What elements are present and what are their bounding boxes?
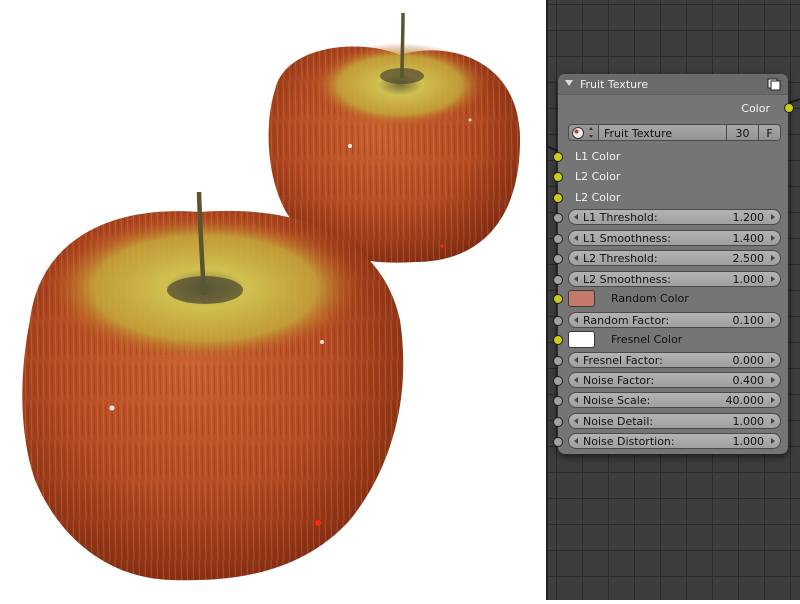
node-preview-icon[interactable] bbox=[767, 77, 781, 91]
decrement-arrow-icon[interactable] bbox=[574, 235, 578, 241]
field-label: L1 Smoothness: bbox=[583, 232, 671, 245]
texture-browse-icon bbox=[572, 127, 593, 139]
noise-distortion-socket[interactable] bbox=[553, 437, 563, 447]
l2-color-socket-second[interactable] bbox=[553, 193, 563, 203]
l1-threshold-field[interactable]: L1 Threshold: 1.200 bbox=[568, 209, 781, 225]
decrement-arrow-icon[interactable] bbox=[574, 214, 578, 220]
l1-smoothness-field[interactable]: L1 Smoothness: 1.400 bbox=[568, 230, 781, 246]
fresnel-color-socket[interactable] bbox=[553, 335, 563, 345]
l1-color-label: L1 Color bbox=[575, 150, 621, 163]
node-header[interactable]: Fruit Texture bbox=[558, 74, 788, 95]
noise-detail-field[interactable]: Noise Detail: 1.000 bbox=[568, 413, 781, 429]
noise-detail-socket[interactable] bbox=[553, 417, 563, 427]
field-label: Noise Factor: bbox=[583, 374, 655, 387]
l2-smoothness-socket[interactable] bbox=[553, 275, 563, 285]
decrement-arrow-icon[interactable] bbox=[574, 255, 578, 261]
random-color-label: Random Color bbox=[611, 292, 689, 305]
noise-scale-field[interactable]: Noise Scale: 40.000 bbox=[568, 392, 781, 408]
field-label: Random Factor: bbox=[583, 314, 670, 327]
texture-name: Fruit Texture bbox=[604, 127, 673, 140]
fresnel-color-swatch[interactable] bbox=[568, 331, 595, 348]
l1-threshold-socket[interactable] bbox=[553, 213, 563, 223]
l2-color-label-second: L2 Color bbox=[575, 191, 621, 204]
l2-smoothness-field[interactable]: L2 Smoothness: 1.000 bbox=[568, 271, 781, 287]
fresnel-factor-socket[interactable] bbox=[553, 356, 563, 366]
field-label: Noise Scale: bbox=[583, 394, 651, 407]
fruit-texture-node[interactable]: Fruit Texture Color Fruit Texture 30 F L… bbox=[553, 74, 794, 454]
field-value: 1.000 bbox=[732, 273, 765, 286]
random-color-socket[interactable] bbox=[553, 294, 563, 304]
decrement-arrow-icon[interactable] bbox=[574, 418, 578, 424]
decrement-arrow-icon[interactable] bbox=[574, 397, 578, 403]
field-value: 0.100 bbox=[732, 314, 765, 327]
texture-users-count[interactable]: 30 bbox=[727, 124, 759, 141]
field-value: 1.200 bbox=[732, 211, 765, 224]
field-value: 1.000 bbox=[732, 435, 765, 448]
field-value: 0.400 bbox=[732, 374, 765, 387]
fresnel-color-label: Fresnel Color bbox=[611, 333, 683, 346]
render-preview bbox=[0, 0, 546, 600]
increment-arrow-icon[interactable] bbox=[771, 214, 775, 220]
noise-factor-field[interactable]: Noise Factor: 0.400 bbox=[568, 372, 781, 388]
l2-threshold-field[interactable]: L2 Threshold: 2.500 bbox=[568, 250, 781, 266]
field-label: Noise Distortion: bbox=[583, 435, 675, 448]
texture-name-field[interactable]: Fruit Texture bbox=[599, 124, 727, 141]
decrement-arrow-icon[interactable] bbox=[574, 438, 578, 444]
increment-arrow-icon[interactable] bbox=[771, 377, 775, 383]
random-factor-field[interactable]: Random Factor: 0.100 bbox=[568, 312, 781, 328]
random-factor-socket[interactable] bbox=[553, 316, 563, 326]
field-label: Fresnel Factor: bbox=[583, 354, 663, 367]
triangle-down-icon[interactable] bbox=[565, 80, 573, 86]
increment-arrow-icon[interactable] bbox=[771, 276, 775, 282]
field-value: 1.000 bbox=[732, 415, 765, 428]
random-color-swatch[interactable] bbox=[568, 290, 595, 307]
field-label: L2 Smoothness: bbox=[583, 273, 671, 286]
field-value: 1.400 bbox=[732, 232, 765, 245]
node-title: Fruit Texture bbox=[580, 78, 649, 91]
increment-arrow-icon[interactable] bbox=[771, 418, 775, 424]
decrement-arrow-icon[interactable] bbox=[574, 317, 578, 323]
increment-arrow-icon[interactable] bbox=[771, 397, 775, 403]
field-label: L2 Threshold: bbox=[583, 252, 658, 265]
increment-arrow-icon[interactable] bbox=[771, 235, 775, 241]
fake-user-label: F bbox=[766, 127, 773, 140]
texture-browse-button[interactable] bbox=[568, 124, 599, 141]
field-value: 0.000 bbox=[732, 354, 765, 367]
l2-color-label: L2 Color bbox=[575, 170, 621, 183]
field-label: Noise Detail: bbox=[583, 415, 654, 428]
noise-factor-socket[interactable] bbox=[553, 376, 563, 386]
decrement-arrow-icon[interactable] bbox=[574, 357, 578, 363]
output-color-label: Color bbox=[741, 102, 770, 115]
increment-arrow-icon[interactable] bbox=[771, 255, 775, 261]
noise-scale-socket[interactable] bbox=[553, 396, 563, 406]
l1-color-socket[interactable] bbox=[553, 152, 563, 162]
apples-render-image bbox=[22, 12, 520, 581]
field-value: 2.500 bbox=[732, 252, 765, 265]
front-apple bbox=[22, 191, 404, 581]
fake-user-button[interactable]: F bbox=[759, 124, 781, 141]
l2-threshold-socket[interactable] bbox=[553, 254, 563, 264]
output-color-socket[interactable] bbox=[784, 103, 794, 113]
increment-arrow-icon[interactable] bbox=[771, 438, 775, 444]
l2-color-socket[interactable] bbox=[553, 172, 563, 182]
fresnel-factor-field[interactable]: Fresnel Factor: 0.000 bbox=[568, 352, 781, 368]
increment-arrow-icon[interactable] bbox=[771, 317, 775, 323]
decrement-arrow-icon[interactable] bbox=[574, 377, 578, 383]
field-label: L1 Threshold: bbox=[583, 211, 658, 224]
texture-selector[interactable]: Fruit Texture 30 F bbox=[568, 124, 781, 141]
noise-distortion-field[interactable]: Noise Distortion: 1.000 bbox=[568, 433, 781, 449]
texture-users-value: 30 bbox=[735, 127, 750, 140]
increment-arrow-icon[interactable] bbox=[771, 357, 775, 363]
decrement-arrow-icon[interactable] bbox=[574, 276, 578, 282]
l1-smoothness-socket[interactable] bbox=[553, 234, 563, 244]
field-value: 40.000 bbox=[725, 394, 765, 407]
